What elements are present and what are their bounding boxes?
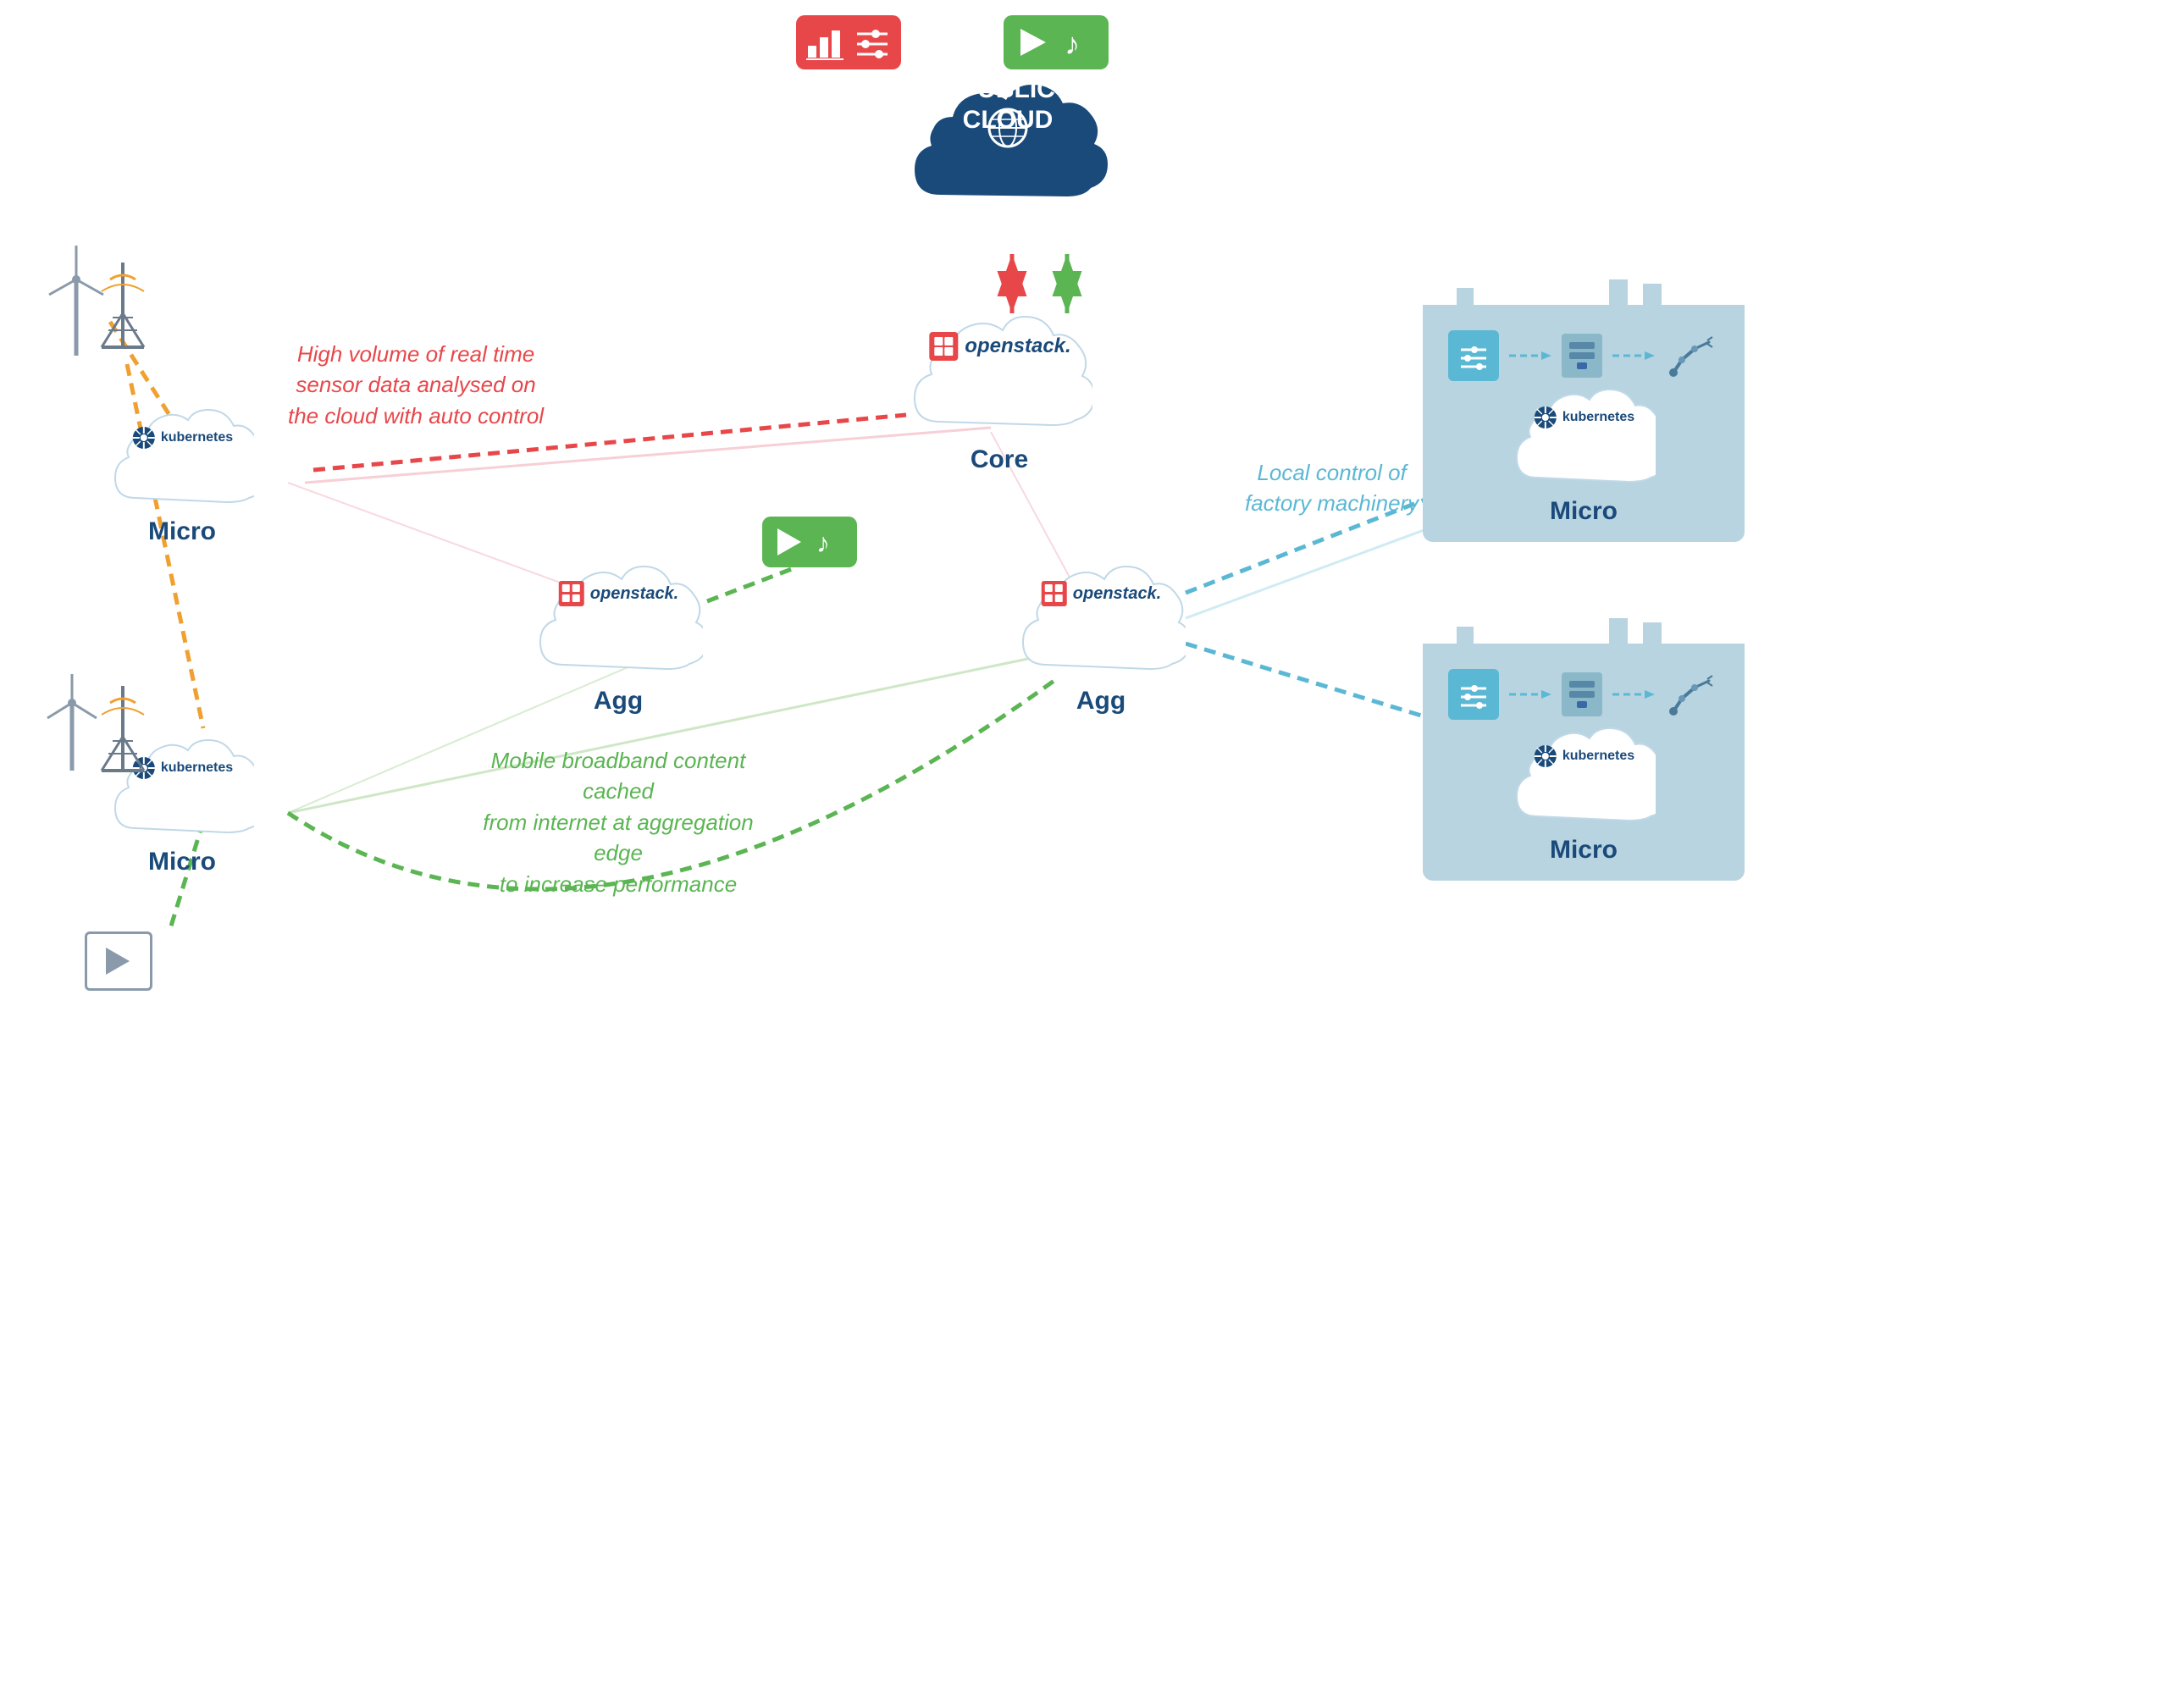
micro-bottom-right-label: Micro (1550, 836, 1618, 865)
core-node: openstack. Core (906, 305, 1092, 474)
agg-right-node: openstack. Agg (1016, 559, 1186, 716)
media-icon-box: ♪ (1004, 15, 1109, 69)
micro-top-right-node: kubernetes Micro (1512, 386, 1656, 526)
core-label: Core (971, 445, 1028, 474)
factory-bottom-right: kubernetes Micro (1423, 644, 1745, 881)
micro-top-left-label: Micro (148, 517, 216, 546)
public-cloud-node: PUBLICCLOUD (898, 59, 1118, 220)
antenna-bottom-left (85, 686, 161, 800)
agg-right-label: Agg (1076, 687, 1125, 716)
public-cloud-shape: PUBLICCLOUD (898, 59, 1118, 220)
media-icon-mid: ♪ (762, 517, 857, 567)
agg-left-label: Agg (594, 687, 643, 716)
micro-bottom-left-label: Micro (148, 848, 216, 876)
agg-left-cloud: openstack. (534, 559, 703, 682)
factory-top-right: kubernetes Micro (1423, 305, 1745, 542)
core-cloud-shape: openstack. (906, 305, 1092, 440)
micro-bottom-left-k8s-label: kubernetes (161, 760, 233, 776)
agg-right-cloud: openstack. (1016, 559, 1186, 682)
micro-top-left-cloud: kubernetes (110, 406, 254, 512)
micro-bottom-right-node: kubernetes Micro (1512, 725, 1656, 865)
svg-text:♪: ♪ (816, 528, 830, 558)
micro-bottom-right-cloud: kubernetes (1512, 725, 1656, 831)
agg-left-openstack-label: openstack. (590, 584, 678, 604)
micro-top-right-cloud: kubernetes (1512, 386, 1656, 492)
svg-text:♪: ♪ (1065, 26, 1080, 61)
core-openstack-label: openstack. (965, 334, 1070, 358)
public-cloud-label: PUBLICCLOUD (960, 75, 1055, 135)
micro-top-right-label: Micro (1550, 497, 1618, 526)
video-box-bottom-left (85, 931, 152, 991)
micro-top-left-k8s-label: kubernetes (161, 430, 233, 445)
agg-right-openstack-label: openstack. (1073, 584, 1161, 604)
micro-top-left-node: kubernetes Micro (110, 406, 254, 546)
agg-left-node: openstack. Agg (534, 559, 703, 716)
annotation-mobile-broadband: Mobile broadband content cachedfrom inte… (474, 745, 762, 899)
annotation-sensor-data: High volume of real timesensor data anal… (288, 339, 544, 431)
annotation-local-control: Local control offactory machinery (1245, 457, 1419, 519)
micro-top-right-k8s-label: kubernetes (1562, 410, 1634, 425)
antenna-top-left (85, 263, 161, 377)
analytics-icon-box (796, 15, 901, 69)
micro-bottom-right-k8s-label: kubernetes (1562, 749, 1634, 764)
